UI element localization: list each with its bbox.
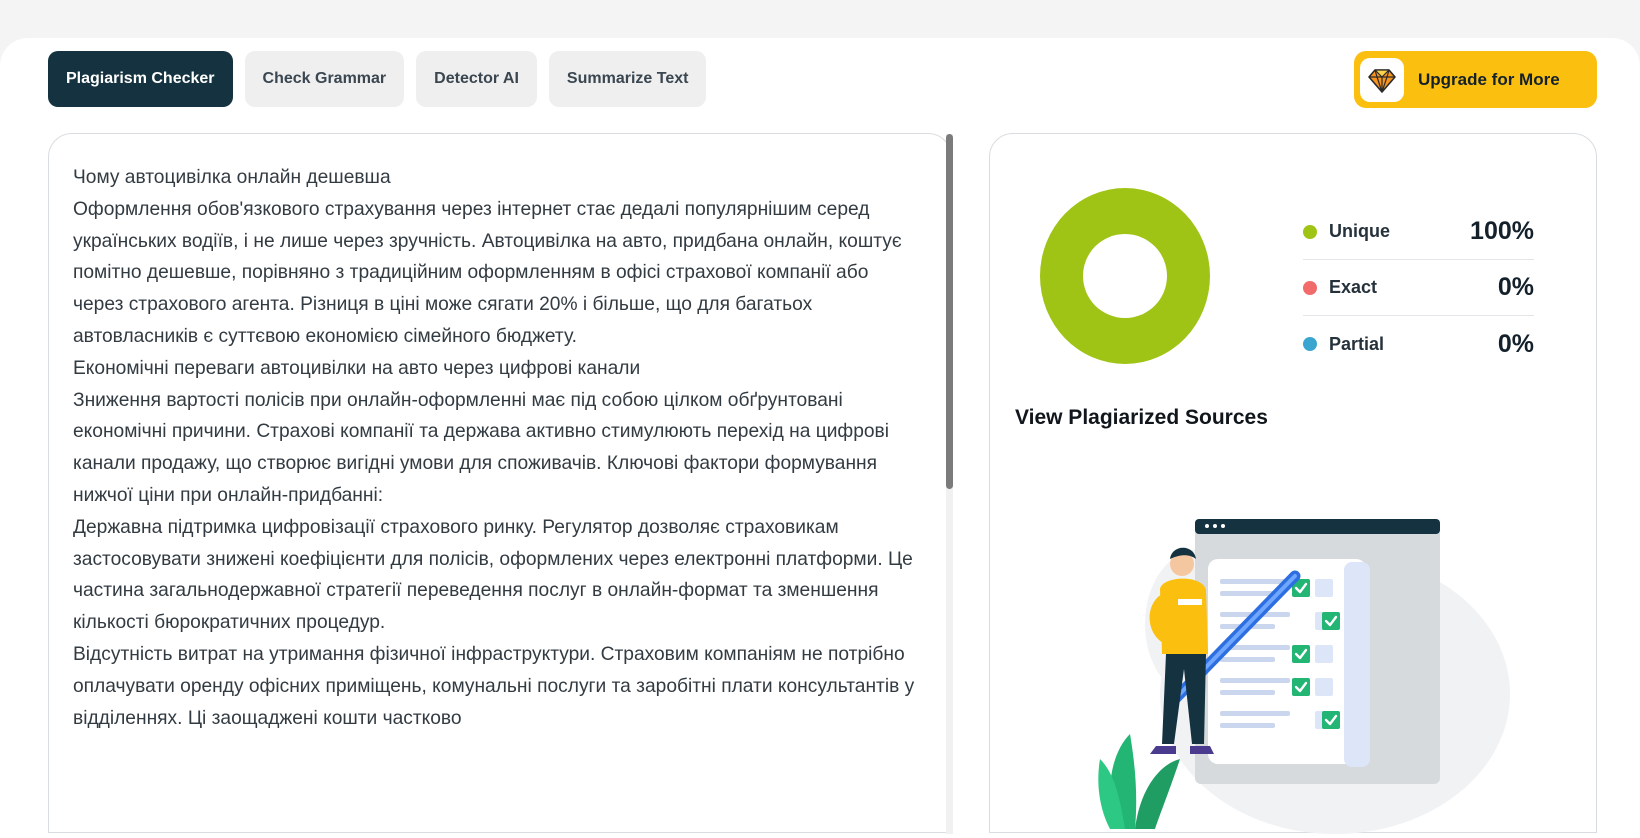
tool-tabs: Plagiarism Checker Check Grammar Detecto… [48, 51, 707, 107]
legend-value: 100% [1470, 217, 1534, 245]
editor-paragraph: Відсутність витрат на утримання фізичної… [73, 643, 915, 729]
partial-dot-icon [1303, 337, 1317, 351]
legend-exact: Exact 0% [1303, 260, 1534, 316]
legend-label: Partial [1329, 333, 1385, 354]
score-donut-chart [1040, 188, 1210, 364]
checklist-illustration [1098, 519, 1510, 834]
tab-plagiarism-checker[interactable]: Plagiarism Checker [48, 51, 233, 107]
legend-unique: Unique 100% [1303, 204, 1534, 260]
results-panel: Unique 100% Exact 0% Partial 0% View Pla… [989, 133, 1597, 834]
editor-paragraph: Економічні переваги автоцивілки на авто … [73, 357, 641, 379]
score-legend: Unique 100% Exact 0% Partial 0% [1303, 204, 1534, 372]
upgrade-button[interactable]: Upgrade for More [1354, 51, 1597, 108]
legend-label: Unique [1329, 221, 1390, 241]
scrollbar-thumb[interactable] [946, 134, 953, 489]
tab-detector-ai[interactable]: Detector AI [416, 51, 537, 107]
unique-dot-icon [1303, 224, 1317, 239]
tab-summarize-text[interactable]: Summarize Text [548, 51, 707, 107]
view-plagiarized-sources-link[interactable]: View Plagiarized Sources [1015, 406, 1268, 430]
text-editor[interactable]: Чому автоцивілка онлайн дешевша Оформлен… [48, 133, 952, 833]
legend-partial: Partial 0% [1303, 316, 1534, 372]
editor-paragraph: Зниження вартості полісів при онлайн-офо… [73, 389, 889, 506]
upgrade-label: Upgrade for More [1418, 69, 1560, 89]
editor-paragraph: Оформлення обов'язкового страхування чер… [73, 198, 902, 347]
editor-paragraph: Державна підтримка цифровізації страхово… [73, 516, 913, 634]
editor-content[interactable]: Чому автоцивілка онлайн дешевша Оформлен… [73, 162, 923, 734]
editor-scrollbar[interactable] [946, 134, 953, 834]
tab-check-grammar[interactable]: Check Grammar [244, 51, 405, 107]
legend-label: Exact [1329, 277, 1378, 297]
donut-hole [1083, 234, 1167, 318]
editor-paragraph: Чому автоцивілка онлайн дешевша [73, 167, 391, 188]
exact-dot-icon [1303, 280, 1317, 295]
diamond-icon [1360, 57, 1404, 102]
legend-value: 0% [1497, 273, 1534, 301]
legend-value: 0% [1497, 329, 1534, 358]
